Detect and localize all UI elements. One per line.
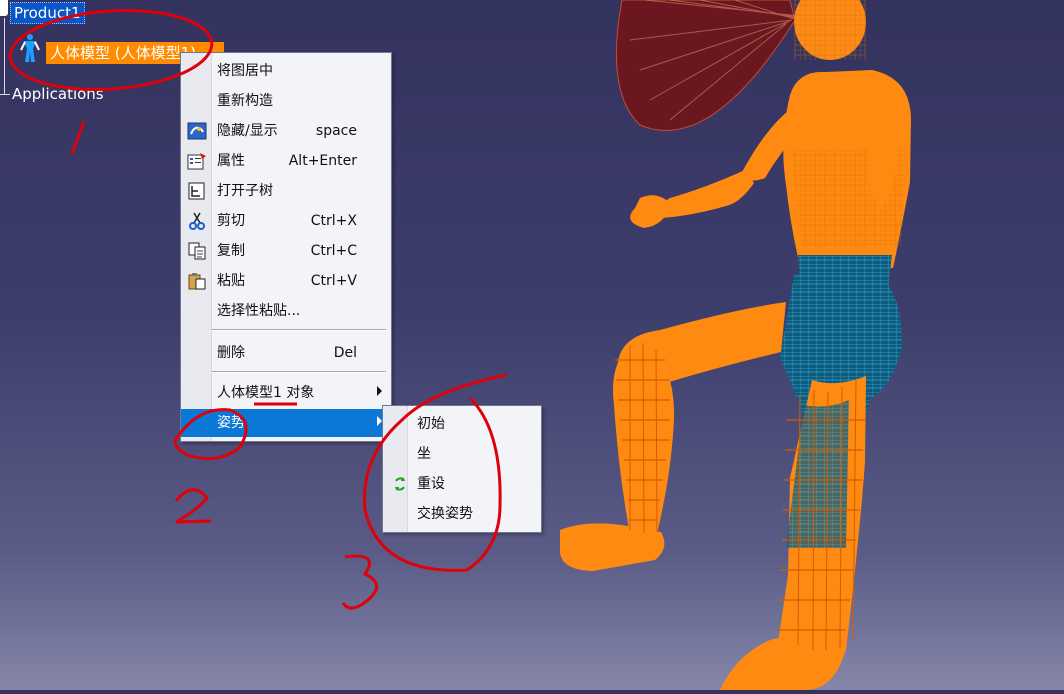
menu-item-paste-special[interactable]: 选择性粘贴... <box>181 297 391 325</box>
3d-viewport[interactable] <box>559 0 1064 690</box>
menu-shortcut: Ctrl+C <box>310 243 357 259</box>
menu-item-center-graph[interactable]: 将图居中 <box>181 57 391 85</box>
annotation-3: 3 <box>343 588 353 607</box>
menu-label: 粘贴 <box>217 273 245 289</box>
properties-icon <box>187 152 207 170</box>
menu-label: 剪切 <box>217 213 245 229</box>
menu-label: 将图居中 <box>217 63 273 79</box>
menu-label: 重新构造 <box>217 93 273 109</box>
menu-label: 删除 <box>217 345 245 361</box>
menu-label: 选择性粘贴... <box>217 303 301 319</box>
menu-item-open-subtree[interactable]: 打开子树 <box>181 177 391 205</box>
menu-separator-highlight <box>211 330 386 331</box>
copy-icon <box>187 242 207 260</box>
menu-shortcut: Del <box>333 345 357 361</box>
menu-item-cut[interactable]: 剪切 Ctrl+X <box>181 207 391 235</box>
menu-item-posture[interactable]: 姿势 <box>181 409 391 437</box>
tree-node-product1[interactable]: Product1 <box>10 2 85 24</box>
tree-node-applications[interactable]: Applications <box>0 84 104 104</box>
tree-connector <box>4 18 5 94</box>
menu-item-copy[interactable]: 复制 Ctrl+C <box>181 237 391 265</box>
annotation-1: 1 <box>72 139 82 158</box>
posture-submenu: 初始 坐 重设 交换姿势 <box>382 405 542 533</box>
submenu-label: 初始 <box>417 416 445 432</box>
submenu-item-sit[interactable]: 坐 <box>383 440 541 468</box>
menu-item-properties[interactable]: 属性 Alt+Enter <box>181 147 391 175</box>
menu-item-rebuild[interactable]: 重新构造 <box>181 87 391 115</box>
menu-shortcut: space <box>315 123 357 139</box>
hide-show-icon <box>187 122 207 140</box>
menu-shortcut: Ctrl+X <box>310 213 357 229</box>
menu-label: 人体模型1 对象 <box>217 385 315 401</box>
menu-label: 属性 <box>217 153 245 169</box>
submenu-label: 交换姿势 <box>417 506 473 522</box>
menu-shortcut: Ctrl+V <box>310 273 357 289</box>
submenu-label: 重设 <box>417 476 445 492</box>
menu-item-hide-show[interactable]: 隐藏/显示 space <box>181 117 391 145</box>
menu-label: 姿势 <box>217 415 245 431</box>
menu-label: 打开子树 <box>217 183 273 199</box>
submenu-arrow-icon <box>377 386 382 396</box>
context-menu: 将图居中 重新构造 隐藏/显示 space 属性 Alt+Enter 打开子树 … <box>180 52 392 442</box>
menu-item-paste[interactable]: 粘贴 Ctrl+V <box>181 267 391 295</box>
paste-icon <box>187 272 207 290</box>
menu-item-delete[interactable]: 删除 Del <box>181 339 391 367</box>
menu-label: 隐藏/显示 <box>217 123 278 139</box>
menu-item-manikin-object[interactable]: 人体模型1 对象 <box>181 379 391 407</box>
subtree-icon <box>187 182 207 200</box>
submenu-label: 坐 <box>417 446 431 462</box>
submenu-item-initial[interactable]: 初始 <box>383 410 541 438</box>
annotation-2: 2 <box>175 507 185 526</box>
manikin-icon[interactable] <box>20 33 40 63</box>
tree-root-marker <box>0 0 8 16</box>
menu-shortcut: Alt+Enter <box>288 153 357 169</box>
manikin-3d-model <box>559 0 911 690</box>
menu-separator-highlight <box>211 372 386 373</box>
scissors-icon <box>187 212 207 230</box>
reset-icon <box>393 477 407 491</box>
vision-cone <box>615 0 796 131</box>
submenu-item-swap-posture[interactable]: 交换姿势 <box>383 500 541 528</box>
submenu-item-reset[interactable]: 重设 <box>383 470 541 498</box>
menu-label: 复制 <box>217 243 245 259</box>
